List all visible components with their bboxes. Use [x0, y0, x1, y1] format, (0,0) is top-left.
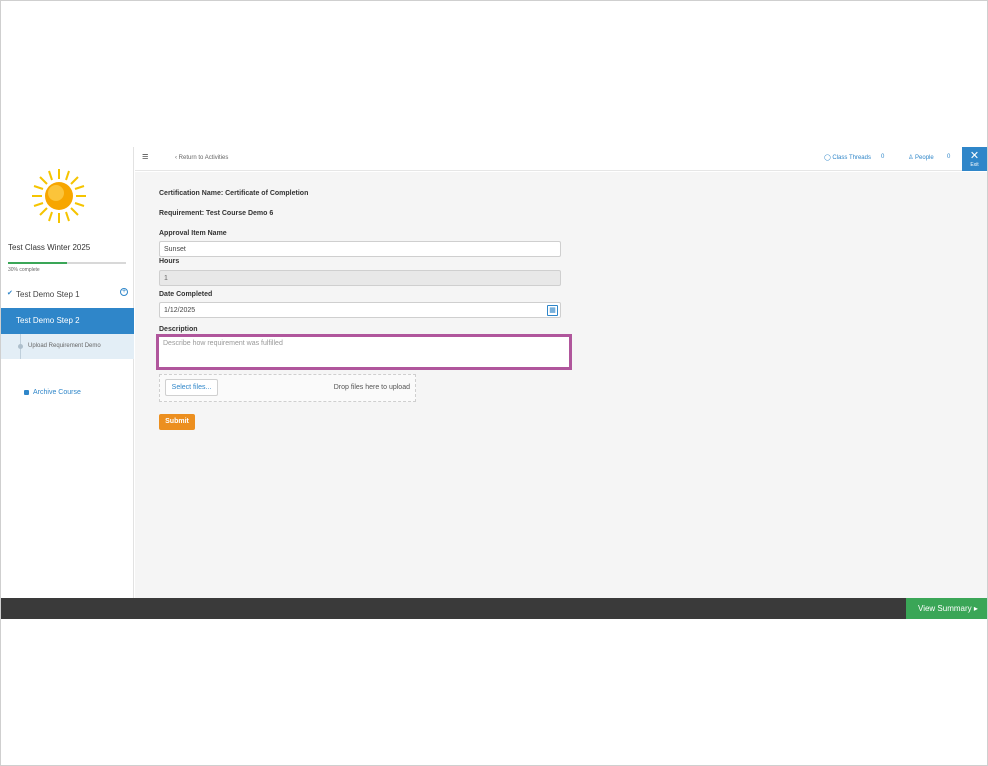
- hours-label: Hours: [159, 258, 180, 265]
- archive-course-label: Archive Course: [33, 389, 81, 396]
- certification-name: Certification Name: Certificate of Compl…: [159, 190, 309, 197]
- sun-logo-icon: [32, 169, 86, 223]
- select-files-button[interactable]: Select files...: [165, 379, 218, 396]
- people-label: People: [915, 155, 934, 161]
- sidebar-item-label: Test Demo Step 1: [16, 290, 80, 299]
- submit-button[interactable]: Submit: [159, 414, 195, 430]
- class-threads-link[interactable]: ◯ Class Threads: [824, 154, 871, 161]
- top-bar: ≡ ‹ Return to Activities ◯ Class Threads…: [135, 147, 987, 171]
- description-label: Description: [159, 326, 198, 333]
- sidebar-item-step-2[interactable]: Test Demo Step 2: [1, 308, 134, 334]
- caret-right-icon: ▸: [973, 604, 978, 613]
- view-summary-button[interactable]: View Summary ▸: [906, 598, 987, 619]
- approval-item-label: Approval Item Name: [159, 230, 227, 237]
- date-completed-input[interactable]: 1/12/2025 ▦: [159, 302, 561, 318]
- person-icon: ♙: [908, 155, 916, 161]
- requirement-name: Requirement: Test Course Demo 6: [159, 210, 274, 217]
- view-summary-label: View Summary: [918, 604, 972, 613]
- expand-plus-icon[interactable]: +: [120, 288, 128, 296]
- approval-item-input[interactable]: Sunset: [159, 241, 561, 257]
- return-label: Return to Activities: [178, 155, 229, 161]
- drop-files-text: Drop files here to upload: [333, 384, 410, 391]
- people-count: 0: [947, 154, 951, 160]
- course-title: Test Class Winter 2025: [8, 243, 91, 252]
- exit-label: Exit: [970, 162, 979, 168]
- hours-input: 1: [159, 270, 561, 286]
- sidebar-subitem-label: Upload Requirement Demo: [28, 343, 101, 349]
- class-threads-label: Class Threads: [832, 155, 871, 161]
- progress-bar-fill: [8, 262, 67, 264]
- return-to-activities-link[interactable]: ‹ Return to Activities: [175, 155, 228, 161]
- date-completed-label: Date Completed: [159, 291, 213, 298]
- sidebar-item-step-1[interactable]: ✔ Test Demo Step 1 +: [1, 285, 134, 305]
- close-icon: ✕: [969, 150, 980, 162]
- date-value: 1/12/2025: [164, 307, 196, 314]
- progress-bar: [8, 262, 126, 264]
- class-threads-count: 0: [881, 154, 885, 160]
- archive-course-link[interactable]: Archive Course: [24, 389, 81, 396]
- description-highlight-box: [156, 334, 572, 370]
- main-content: Certification Name: Certificate of Compl…: [135, 172, 987, 598]
- lock-icon: [24, 390, 29, 395]
- progress-text: 30% complete: [8, 267, 40, 273]
- people-link[interactable]: ♙ People: [908, 154, 934, 161]
- sidebar-item-label: Test Demo Step 2: [16, 316, 80, 325]
- description-textarea[interactable]: [159, 337, 569, 367]
- sidebar: Test Class Winter 2025 30% complete ✔ Te…: [1, 147, 134, 598]
- file-upload-dropzone[interactable]: Select files... Drop files here to uploa…: [159, 374, 416, 402]
- checkmark-icon: ✔: [7, 290, 13, 297]
- calendar-icon[interactable]: ▦: [547, 305, 558, 316]
- footer-bar: View Summary ▸: [1, 598, 987, 619]
- sidebar-subitem-upload-requirement[interactable]: Upload Requirement Demo: [1, 334, 134, 359]
- tree-dot-icon: [18, 344, 23, 349]
- hamburger-menu-icon[interactable]: ≡: [142, 152, 152, 163]
- exit-button[interactable]: ✕ Exit: [962, 147, 987, 171]
